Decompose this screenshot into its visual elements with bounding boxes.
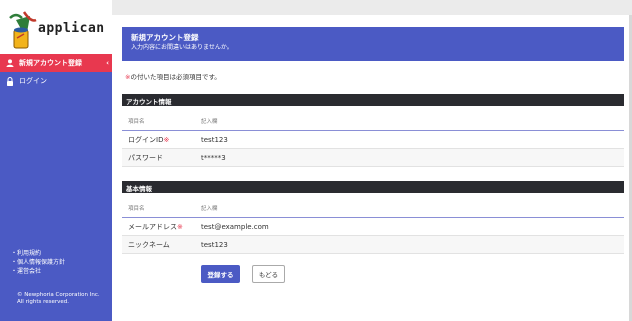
copyright: © Newphoria Corporation Inc. All rights … xyxy=(17,292,100,305)
field-label-login-id: ログインID※ xyxy=(128,135,170,144)
table-header-row: 項目名 記入欄 xyxy=(122,199,624,218)
field-value-email: test@example.com xyxy=(201,222,269,231)
footer-link-privacy[interactable]: 個人情報保護方針 xyxy=(11,258,65,267)
logo-text: applican xyxy=(38,21,105,36)
chevron-left-icon: ‹ xyxy=(106,59,109,67)
table-row: メールアドレス※ test@example.com xyxy=(122,218,624,236)
table-header-row: 項目名 記入欄 xyxy=(122,112,624,131)
field-label-email: メールアドレス※ xyxy=(128,222,183,231)
sidebar-item-label: ログイン xyxy=(19,77,47,85)
sidebar-item-register[interactable]: 新規アカウント登録 ‹ xyxy=(0,54,112,72)
field-label-nickname: ニックネーム xyxy=(128,240,170,249)
lock-icon xyxy=(5,76,15,86)
main-content: 新規アカウント登録 入力内容にお間違いはありませんか。 ※の付いた項目は必須項目… xyxy=(112,15,632,321)
footer-links: 利用規約 個人情報保護方針 運営会社 xyxy=(11,249,65,276)
brand: applican xyxy=(0,0,112,54)
table-row: パスワード t*****3 xyxy=(122,149,624,167)
sidebar-item-login[interactable]: ログイン xyxy=(0,72,112,90)
field-label-password: パスワード xyxy=(128,153,163,162)
register-button[interactable]: 登録する xyxy=(201,265,240,283)
section-title-basic: 基本情報 xyxy=(122,181,624,193)
section-title-account: アカウント情報 xyxy=(122,94,624,106)
page-subtitle: 入力内容にお間違いはありませんか。 xyxy=(131,44,233,51)
footer-link-company[interactable]: 運営会社 xyxy=(11,267,65,276)
table-row: ニックネーム test123 xyxy=(122,236,624,254)
required-note: ※の付いた項目は必須項目です。 xyxy=(125,73,221,81)
back-button[interactable]: もどる xyxy=(252,265,285,283)
footer-link-terms[interactable]: 利用規約 xyxy=(11,249,65,258)
field-value-password: t*****3 xyxy=(201,153,226,162)
logo-icon xyxy=(9,11,37,49)
table-row: ログインID※ test123 xyxy=(122,131,624,149)
account-table: 項目名 記入欄 ログインID※ test123 パスワード t*****3 xyxy=(122,112,624,167)
page-title: 新規アカウント登録 xyxy=(131,33,199,42)
page-header: 新規アカウント登録 入力内容にお間違いはありませんか。 xyxy=(122,27,624,61)
field-value-login-id: test123 xyxy=(201,135,228,144)
user-icon xyxy=(5,58,15,68)
field-value-nickname: test123 xyxy=(201,240,228,249)
basic-table: 項目名 記入欄 メールアドレス※ test@example.com ニックネーム… xyxy=(122,199,624,254)
sidebar-item-label: 新規アカウント登録 xyxy=(19,59,82,67)
app-window: applican 新規アカウント登録 ‹ ログイン 利用規約 個人情報保護方針 … xyxy=(0,0,632,321)
sidebar: applican 新規アカウント登録 ‹ ログイン 利用規約 個人情報保護方針 … xyxy=(0,0,112,321)
